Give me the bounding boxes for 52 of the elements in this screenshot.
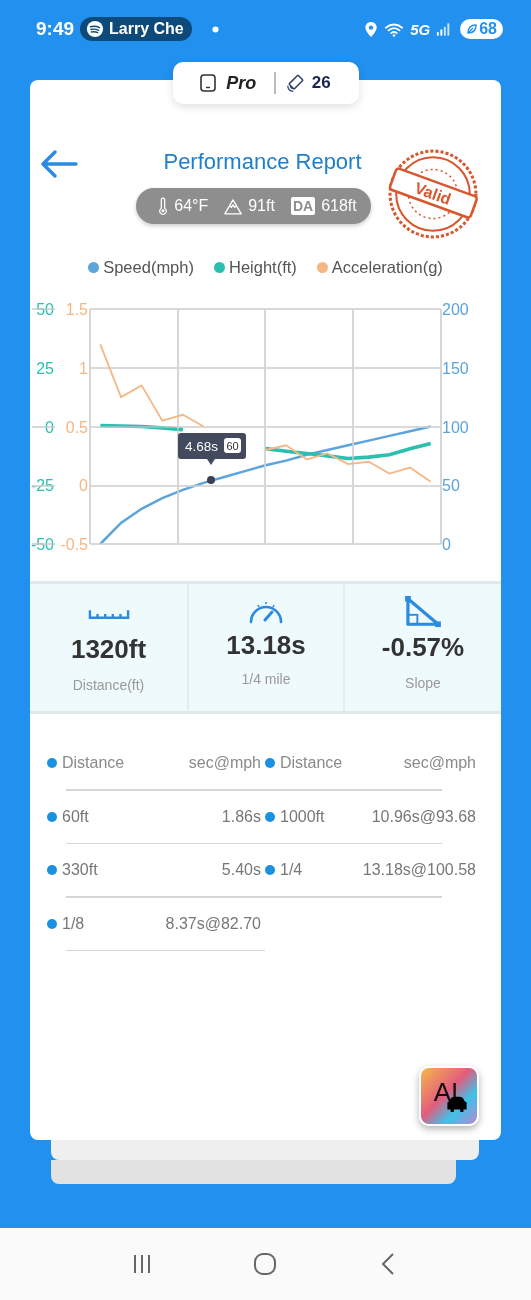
satellite-count: 26 — [311, 73, 331, 93]
axis-label: -25 — [30, 477, 54, 495]
legend-label[interactable]: Acceleration(g) — [331, 258, 443, 277]
split-time: 8.37s@82.70 — [165, 914, 261, 933]
media-chip[interactable]: Larry Che — [80, 17, 192, 41]
split-time: 1.86s — [221, 807, 261, 826]
axis-label: 100 — [442, 418, 469, 436]
battery-indicator: 68 — [460, 19, 503, 39]
axis-label: 1 — [79, 359, 88, 377]
split-label: 60ft — [62, 807, 90, 826]
split-label: 1/8 — [62, 914, 86, 933]
axis-label: 50 — [442, 477, 460, 495]
density-badge: DA — [290, 197, 316, 215]
split-time: 10.96s@93.68 — [371, 807, 476, 826]
status-time: 9:49 — [36, 18, 75, 40]
axis-label: 0 — [45, 418, 54, 436]
stat-label: Distance(ft) — [72, 677, 145, 693]
speed-badge: 60 — [224, 438, 241, 453]
axis-label: 200 — [442, 301, 469, 318]
axis-label: -50 — [30, 536, 54, 553]
stat-value: 13.18s — [226, 630, 306, 661]
legend-label[interactable]: Height(ft) — [229, 258, 297, 277]
axis-label: 50 — [36, 301, 54, 318]
condition-value: 618ft — [321, 197, 357, 215]
report-title: Performance Report — [163, 149, 362, 175]
legend-label[interactable]: Speed(mph) — [103, 258, 194, 277]
axis-label: 0.5 — [65, 418, 88, 436]
tier-label: Pro — [226, 72, 257, 94]
stat-value: -0.57% — [381, 632, 465, 663]
axis-label: 0 — [79, 477, 88, 495]
valid-stamp: Valid — [387, 148, 479, 240]
split-label: Distance — [62, 754, 126, 772]
split-time: sec@mph — [188, 754, 261, 772]
axis-label: 0 — [442, 536, 451, 553]
split-time: 5.40s — [221, 861, 261, 879]
stat-label: Slope — [405, 675, 441, 691]
split-time: sec@mph — [403, 754, 476, 772]
device-pill[interactable]: Pro 26 — [172, 62, 359, 104]
split-label: 1000ft — [280, 807, 326, 826]
split-time: 13.18s@100.58 — [362, 861, 476, 879]
split-label: 330ft — [62, 861, 99, 879]
condition-value: 91ft — [248, 197, 275, 215]
axis-label: -0.5 — [60, 536, 88, 553]
split-label: 1/4 — [280, 861, 304, 879]
axis-label: 25 — [36, 359, 54, 377]
split-label: Distance — [280, 754, 344, 772]
network-type: 5G — [410, 20, 431, 38]
axis-label: 1.5 — [65, 301, 88, 318]
axis-label: 150 — [442, 359, 469, 377]
stat-label: 1/4 mile — [241, 671, 291, 687]
condition-value: 64°F — [174, 197, 209, 215]
stat-value: 1320ft — [70, 634, 147, 665]
